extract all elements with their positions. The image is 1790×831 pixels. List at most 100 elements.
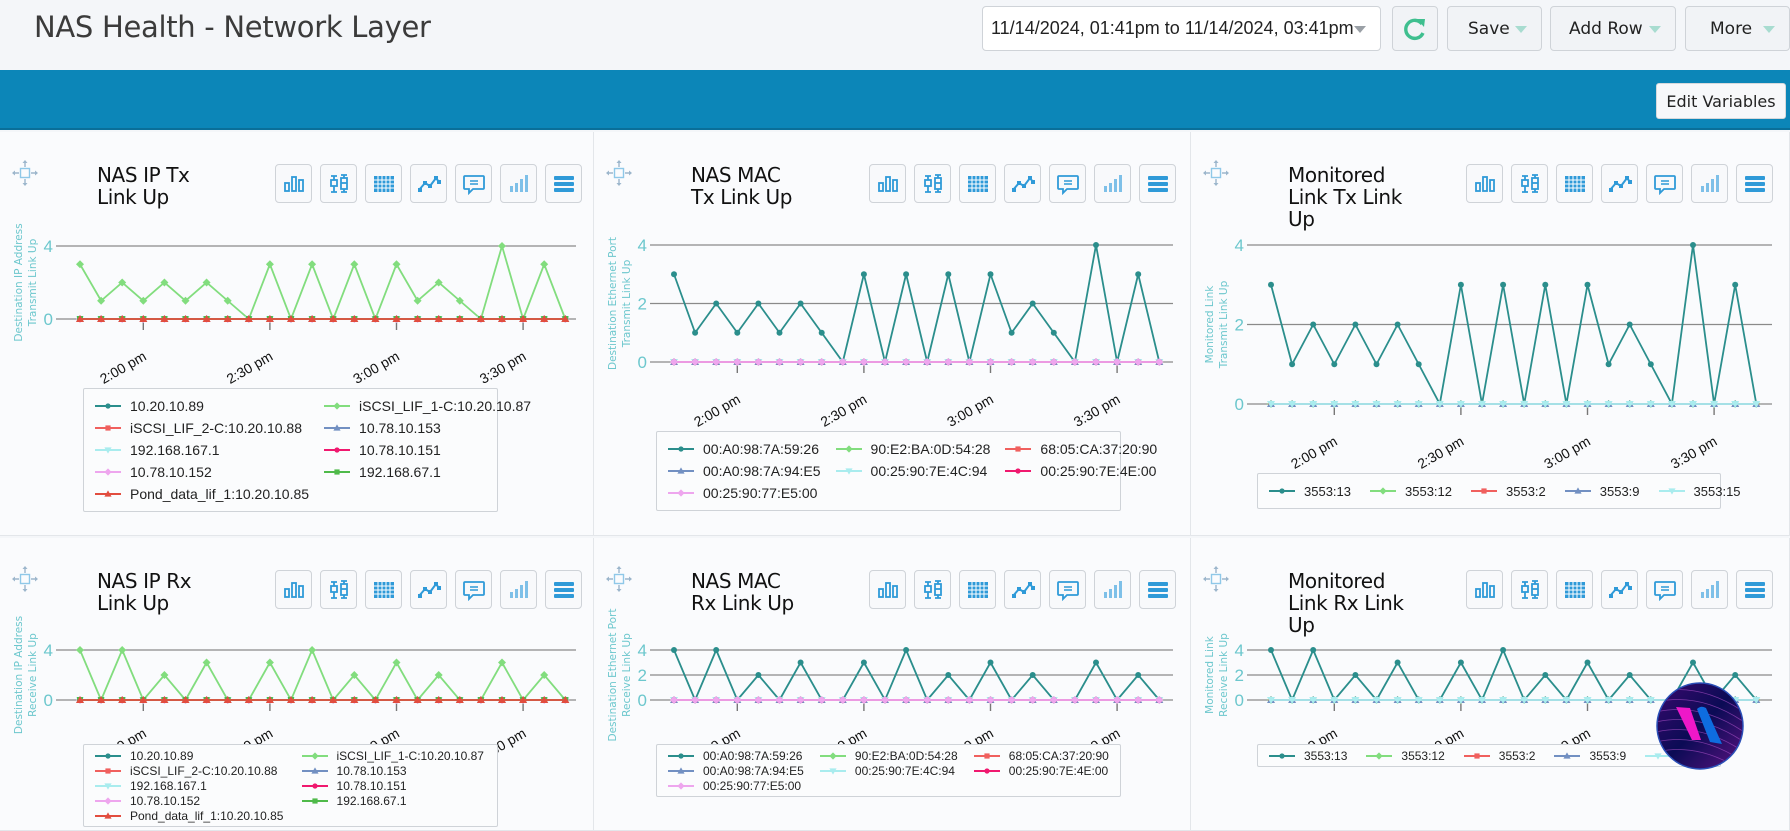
legend-label: 3553:2 xyxy=(1506,483,1546,499)
legend-marker-icon xyxy=(95,447,121,454)
x-tick-label: 2:00 pm xyxy=(97,348,149,387)
legend-marker xyxy=(1379,487,1387,495)
data-point xyxy=(734,329,741,336)
data-point xyxy=(392,658,401,667)
data-point xyxy=(540,260,549,269)
data-point xyxy=(1542,672,1549,678)
chart-legend: 10.20.10.89 iSCSI_LIF_1-C:10.20.10.87 iSCS… xyxy=(83,744,498,827)
legend-marker-icon xyxy=(95,782,121,790)
legend-marker-icon xyxy=(668,766,694,774)
legend-label: 00:25:90:77:E5:00 xyxy=(703,778,802,793)
page-title: NAS Health - Network Layer xyxy=(34,10,431,44)
legend-item[interactable]: 3553:13 xyxy=(1268,748,1347,763)
legend-item[interactable]: 3553:2 xyxy=(1463,748,1535,763)
legend-item[interactable]: iSCSI_LIF_1-C:10.20.10.87 xyxy=(301,748,487,763)
legend-item[interactable]: 68:05:CA:37:20:90 xyxy=(1004,438,1157,460)
save-button[interactable]: Save xyxy=(1447,6,1542,51)
legend-item[interactable]: 00:A0:98:7A:59:26 xyxy=(667,438,821,460)
legend-item[interactable]: iSCSI_LIF_2-C:10.20.10.88 xyxy=(94,417,309,439)
legend-item[interactable]: 90:E2:BA:0D:54:28 xyxy=(835,438,990,460)
legend-item[interactable]: 00:25:90:77:E5:00 xyxy=(667,778,805,793)
refresh-icon xyxy=(1404,18,1425,40)
data-point xyxy=(1135,672,1142,678)
data-point xyxy=(1690,659,1696,666)
add-row-button[interactable]: Add Row xyxy=(1550,6,1676,51)
legend-item[interactable]: 3553:12 xyxy=(1369,480,1452,502)
legend-marker-icon xyxy=(1005,468,1032,474)
more-button[interactable]: More xyxy=(1685,6,1790,51)
legend-label: 3553:9 xyxy=(1589,748,1627,763)
legend-marker-icon xyxy=(95,796,121,805)
legend-item[interactable]: 00:A0:98:7A:94:E5 xyxy=(667,460,821,482)
legend-item[interactable]: 10.78.10.151 xyxy=(301,778,487,793)
data-point xyxy=(76,646,84,654)
legend-marker-icon xyxy=(1564,487,1591,494)
legend-item[interactable]: 3553:12 xyxy=(1365,748,1445,763)
x-tick-label: 3:00 pm xyxy=(944,391,996,430)
y-tick-label: 2 xyxy=(1235,316,1244,335)
edit-variables-button[interactable]: Edit Variables xyxy=(1656,83,1786,119)
legend-item[interactable]: 90:E2:BA:0D:54:28 xyxy=(819,748,959,763)
legend-item[interactable]: 192.168.67.1 xyxy=(301,793,487,808)
legend-item[interactable]: 00:A0:98:7A:94:E5 xyxy=(667,763,805,778)
legend-item[interactable]: Pond_data_lif_1:10.20.10.85 xyxy=(94,483,309,505)
chart-legend: 00:A0:98:7A:59:26 90:E2:BA:0D:54:28 68:05:… xyxy=(656,431,1157,511)
legend-item[interactable]: 00:A0:98:7A:59:26 xyxy=(667,748,805,763)
series-line xyxy=(79,242,567,322)
data-point xyxy=(797,300,804,307)
legend-marker-icon xyxy=(1370,487,1396,495)
legend-label: 10.20.10.89 xyxy=(130,748,194,763)
legend-marker xyxy=(984,767,990,774)
legend-item[interactable]: Pond_data_lif_1:10.20.10.85 xyxy=(94,808,287,823)
refresh-button[interactable] xyxy=(1392,6,1438,51)
legend-marker xyxy=(1015,446,1022,452)
legend-item[interactable]: 10.78.10.152 xyxy=(94,461,309,483)
y-axis-label: Destination IP Address xyxy=(13,223,25,341)
legend-item[interactable]: 3553:9 xyxy=(1553,748,1626,763)
legend-item[interactable]: 3553:13 xyxy=(1268,480,1351,502)
legend-item[interactable]: 3553:15 xyxy=(1658,480,1741,502)
legend-item[interactable]: 10.78.10.153 xyxy=(323,417,531,439)
data-point xyxy=(713,300,720,307)
legend-item[interactable]: 10.20.10.89 xyxy=(94,395,309,417)
data-point xyxy=(987,659,994,666)
legend-label: 68:05:CA:37:20:90 xyxy=(1008,748,1109,763)
legend-label: Pond_data_lif_1:10.20.10.85 xyxy=(130,808,284,823)
legend-item[interactable]: 3553:2 xyxy=(1470,480,1546,502)
series xyxy=(76,696,570,703)
data-point xyxy=(1584,659,1591,666)
legend-item[interactable]: 00:25:90:7E:4E:00 xyxy=(973,763,1110,778)
legend-item[interactable]: 192.168.167.1 xyxy=(94,439,309,461)
legend-label: 00:25:90:77:E5:00 xyxy=(703,485,818,501)
legend-item[interactable]: 10.20.10.89 xyxy=(94,748,287,763)
legend-item[interactable]: 10.78.10.151 xyxy=(323,439,531,461)
y-tick-label: 2 xyxy=(638,295,647,314)
legend-label: Pond_data_lif_1:10.20.10.85 xyxy=(130,486,310,502)
data-point xyxy=(1500,281,1507,288)
legend-item[interactable]: 68:05:CA:37:20:90 xyxy=(973,748,1110,763)
legend-item[interactable]: 10.78.10.152 xyxy=(94,793,287,808)
series xyxy=(670,358,1164,366)
legend-item[interactable]: iSCSI_LIF_2-C:10.20.10.88 xyxy=(94,763,287,778)
y-tick-label: 4 xyxy=(44,641,53,660)
data-point xyxy=(1647,361,1654,368)
legend-item[interactable]: iSCSI_LIF_1-C:10.20.10.87 xyxy=(323,395,531,417)
legend-item[interactable]: 00:25:90:77:E5:00 xyxy=(667,482,821,504)
legend-item[interactable]: 00:25:90:7E:4E:00 xyxy=(1004,460,1157,482)
data-point xyxy=(945,672,952,678)
data-point xyxy=(1289,361,1296,368)
legend-item[interactable]: 00:25:90:7E:4C:94 xyxy=(819,763,959,778)
legend-item[interactable]: 192.168.167.1 xyxy=(94,778,287,793)
legend-item[interactable]: 10.78.10.153 xyxy=(301,763,487,778)
legend-label: 10.78.10.151 xyxy=(359,442,441,458)
time-range-picker[interactable]: 11/14/2024, 01:41pm to 11/14/2024, 03:41… xyxy=(982,6,1381,51)
x-tick-label: 3:00 pm xyxy=(1541,433,1593,472)
legend-item[interactable]: 192.168.67.1 xyxy=(323,461,531,483)
data-point xyxy=(1690,242,1696,248)
legend-item[interactable]: 00:25:90:7E:4C:94 xyxy=(835,460,991,482)
data-point xyxy=(392,260,401,269)
data-point xyxy=(671,271,677,278)
legend-item[interactable]: 3553:9 xyxy=(1564,480,1640,502)
x-tick-label: 2:00 pm xyxy=(1288,433,1340,472)
legend-marker-icon xyxy=(668,752,694,759)
